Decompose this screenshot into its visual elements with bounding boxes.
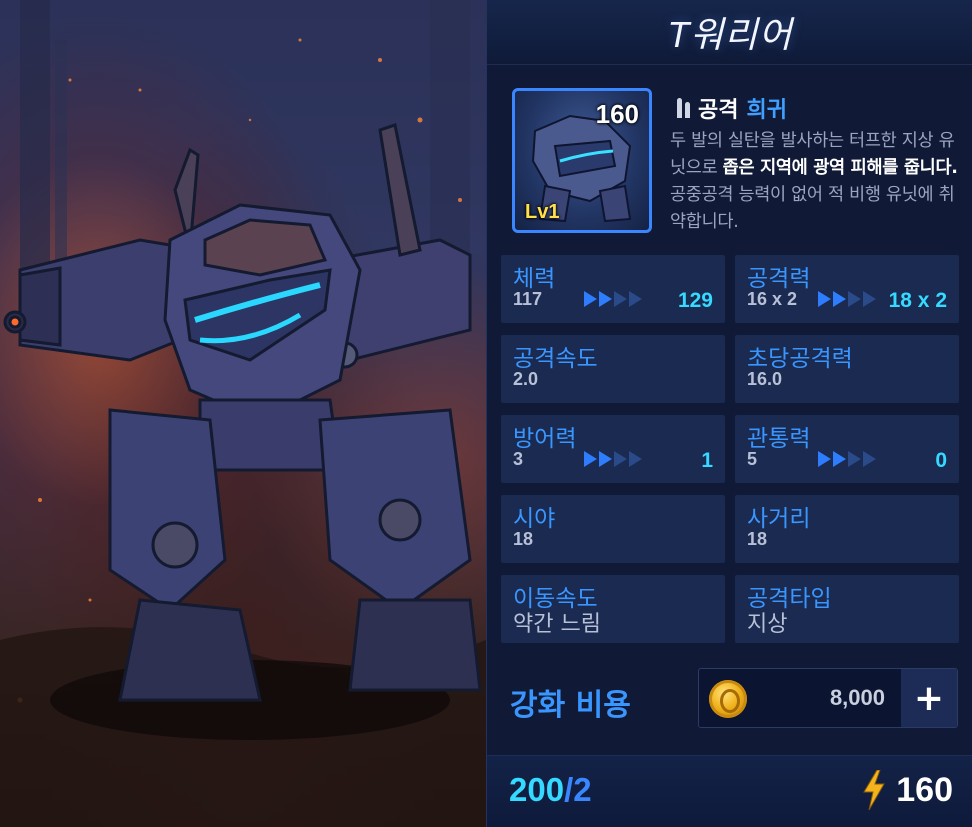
lightning-icon [863,770,886,810]
arrow-right-icon [818,291,876,307]
stat-dps: 초당공격력 16.0 [735,335,959,403]
upgrade-cost-label: 강화 비용 [510,688,631,723]
unit-description: 두 발의 실탄을 발사하는 터프한 지상 유닛으로 좁은 지역에 광역 피해를 … [670,128,960,236]
upgrade-plus-button[interactable]: + [901,669,957,727]
stat-range: 사거리 18 [735,495,959,563]
stat-value: 지상 [747,612,788,637]
energy-value: 160 [896,770,953,809]
stat-next-value: 129 [677,289,713,312]
stat-value: 5 [747,449,758,469]
stat-label: 체력 [513,266,556,292]
arrow-right-icon [584,291,642,307]
unit-type-label: 공격 [698,98,739,123]
unit-info-panel: T워리어 160 Lv1 공격 희귀 두 발의 실탄을 발사하는 터프한 지상 … [486,0,972,827]
energy-cost: 160 [862,770,953,810]
stat-value: 약간 느림 [513,612,601,637]
stat-value: 18 [747,529,768,549]
stat-next-value: 18 x 2 [888,289,947,312]
footer-bar: 200/2 160 [487,755,972,827]
stat-next-value: 0 [935,449,947,472]
title-bar: T워리어 [487,0,972,65]
stat-next-value: 1 [701,449,713,472]
stat-defense: 방어력 3 1 [501,415,725,483]
stat-attack-speed: 공격속도 2.0 [501,335,725,403]
stat-label: 공격력 [747,266,811,292]
arrow-right-icon [584,451,642,467]
stat-value: 2.0 [513,369,539,389]
stat-penetration: 관통력 5 0 [735,415,959,483]
ammo-icon [677,98,690,118]
mech-illustration [0,0,486,827]
unit-level-label: Lv1 [525,201,560,223]
supply-separator: / [564,771,574,808]
upgrade-cost-box: 8,000 + [698,668,958,728]
stat-hp: 체력 117 129 [501,255,725,323]
stat-sight: 시야 18 [501,495,725,563]
stat-move-speed: 이동속도 약간 느림 [501,575,725,643]
stat-label: 방어력 [513,426,577,452]
supply-current: 200 [509,771,565,808]
unit-artwork [0,0,486,827]
unit-portrait-card[interactable]: 160 Lv1 [512,88,652,233]
stat-label: 초당공격력 [747,346,853,372]
stat-label: 관통력 [747,426,811,452]
stat-value: 16.0 [747,369,783,389]
stat-label: 시야 [513,506,556,532]
supply-max: 2 [573,771,592,808]
stat-label: 사거리 [747,506,811,532]
description-text-2: 공중공격 능력이 없어 적 비행 유닛에 취약합니다. [670,185,955,232]
stat-value: 3 [513,449,524,469]
coin-icon [709,680,747,718]
unit-cost-label: 160 [595,99,639,129]
stat-attack: 공격력 16 x 2 18 x 2 [735,255,959,323]
unit-type-line: 공격 희귀 [677,92,787,124]
supply-counter: 200/2 [509,771,592,809]
arrow-right-icon [818,451,876,467]
stat-value: 117 [513,289,543,309]
stat-value: 16 x 2 [747,289,798,309]
stat-value: 18 [513,529,534,549]
unit-title: T워리어 [667,14,793,55]
unit-rarity-label: 희귀 [746,98,787,123]
stat-label: 공격속도 [513,346,598,372]
upgrade-cost-value: 8,000 [829,685,885,710]
stat-attack-type: 공격타입 지상 [735,575,959,643]
description-highlight: 좁은 지역에 광역 피해를 줍니다. [722,158,958,178]
